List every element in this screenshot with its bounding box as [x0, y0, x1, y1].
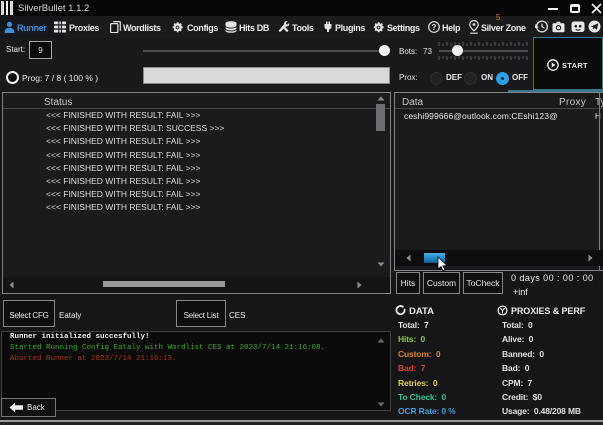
svg-text:?: ? [432, 23, 437, 32]
